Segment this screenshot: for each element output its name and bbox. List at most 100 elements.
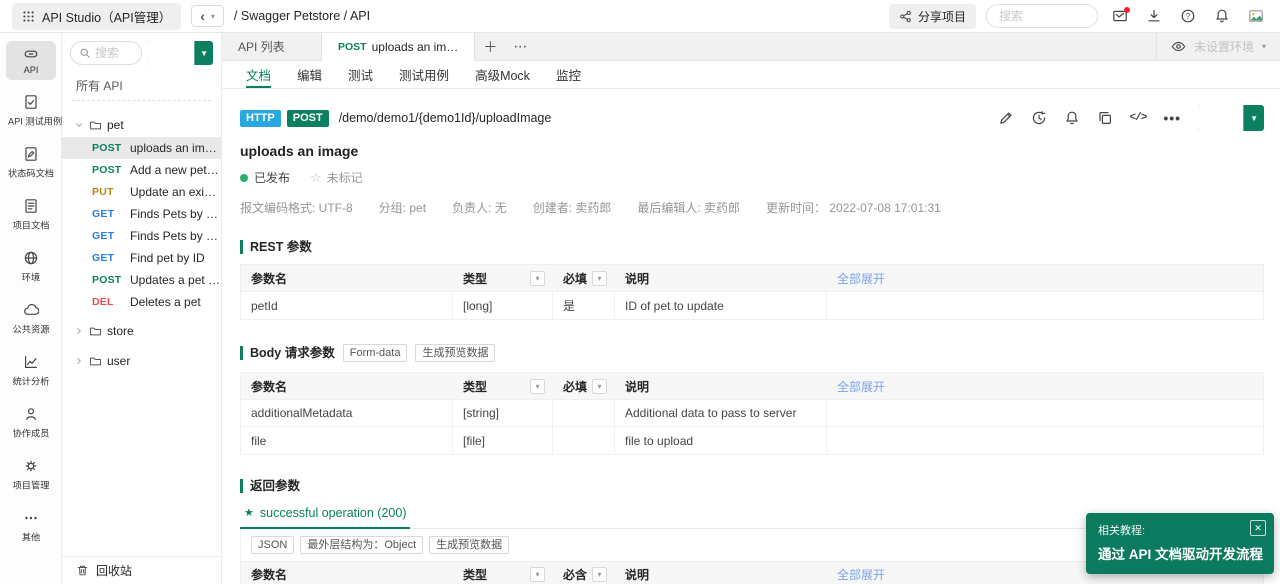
subtab-3[interactable]: 测试: [348, 61, 373, 88]
api-search[interactable]: [70, 41, 142, 65]
divider: [72, 100, 211, 101]
members-icon: [6, 406, 56, 422]
message-button[interactable]: [1108, 4, 1132, 28]
api-tree-item[interactable]: DELDeletes a pet: [62, 291, 221, 313]
back-button[interactable]: ‹ ▾: [191, 5, 224, 27]
chevron-down-icon[interactable]: ▼: [1243, 105, 1264, 131]
api-tree-item[interactable]: PUTUpdate an existing pet: [62, 181, 221, 203]
subtab-1[interactable]: 文档: [246, 61, 271, 88]
api-name: Updates a pet in the store…: [130, 273, 221, 287]
all-api-label[interactable]: 所有 API: [62, 71, 221, 100]
folder-icon: [89, 325, 102, 338]
more-actions-button[interactable]: •••: [1163, 110, 1181, 126]
subtab-5[interactable]: 高级Mock: [475, 61, 530, 88]
chevron-down-icon[interactable]: ▼: [194, 41, 213, 65]
generate-preview-button[interactable]: 生成预览数据: [415, 344, 495, 362]
rail-item-analytics[interactable]: 统计分析: [6, 349, 56, 392]
expand-all-link[interactable]: 全部展开: [837, 566, 885, 583]
api-tree-item[interactable]: POSTUpdates a pet in the store…: [62, 269, 221, 291]
edit-button[interactable]: [998, 110, 1014, 126]
group-name: pet: [107, 118, 124, 132]
lightning-icon: [1215, 105, 1227, 117]
section-title: Body 请求参数: [240, 346, 335, 360]
filter-dropdown[interactable]: ▾: [530, 379, 545, 394]
api-tree: pet POSTuploads an imagePOSTAdd a new pet…: [62, 105, 221, 556]
help-button[interactable]: ?: [1176, 4, 1200, 28]
rail-item-more[interactable]: 其他: [6, 505, 56, 548]
rail-item-test-case[interactable]: API 测试用例: [6, 89, 56, 132]
api-tree-item[interactable]: GETFinds Pets by status: [62, 203, 221, 225]
add-api-button[interactable]: + API ▼: [148, 41, 213, 65]
bell-button[interactable]: [1210, 4, 1234, 28]
rail-item-shared-resource[interactable]: 公共资源: [6, 297, 56, 340]
column-header: 类型▾: [453, 373, 553, 399]
tree-group-pet[interactable]: pet: [62, 113, 221, 137]
api-name: uploads an image: [130, 141, 221, 155]
expand-all-link[interactable]: 全部展开: [837, 270, 885, 287]
test-button[interactable]: 测试 ▼: [1198, 105, 1264, 131]
tab-api-list[interactable]: API 列表: [222, 33, 322, 60]
param-row: petId[long]是ID of pet to update: [241, 292, 1263, 319]
history-button[interactable]: [1031, 110, 1047, 126]
star-outline-icon: ☆: [310, 170, 322, 186]
api-icon: [6, 46, 56, 62]
subtab-2[interactable]: 编辑: [297, 61, 322, 88]
rail-item-environment[interactable]: 环境: [6, 245, 56, 288]
copy-button[interactable]: [1097, 110, 1113, 126]
publish-status: 已发布: [240, 169, 290, 186]
response-tab-200[interactable]: ★ successful operation (200): [240, 506, 410, 529]
filter-dropdown[interactable]: ▾: [530, 567, 545, 582]
api-tree-item[interactable]: POSTAdd a new pet to the store: [62, 159, 221, 181]
api-name: Update an existing pet: [130, 185, 221, 199]
global-search-input[interactable]: [986, 4, 1098, 28]
subscribe-bell-button[interactable]: [1064, 110, 1080, 126]
generate-preview-button[interactable]: 生成预览数据: [429, 536, 509, 554]
column-header: 必含▾: [553, 562, 615, 584]
subtab-6[interactable]: 监控: [556, 61, 581, 88]
tree-group-user[interactable]: user: [62, 349, 221, 373]
api-tree-item[interactable]: POSTuploads an image: [62, 137, 221, 159]
api-tree-item[interactable]: GETFinds Pets by tags: [62, 225, 221, 247]
meta-item: 创建者: 卖药郎: [533, 199, 612, 216]
rail-item-label: API 测试用例: [8, 114, 54, 128]
project-settings-icon: [6, 458, 56, 474]
code-button[interactable]: </>: [1130, 112, 1147, 124]
download-button[interactable]: [1142, 4, 1166, 28]
response-format-tag: JSON: [251, 536, 294, 554]
app-switcher-button[interactable]: API Studio（API管理）: [12, 3, 181, 30]
column-header: 必填▾: [553, 265, 615, 291]
add-tab-button[interactable]: ＋: [475, 33, 505, 60]
meta-item: 报文编码格式: UTF-8: [240, 199, 353, 216]
api-search-input[interactable]: [95, 46, 133, 60]
shared-resource-icon: [6, 302, 56, 318]
api-tree-item[interactable]: GETFind pet by ID: [62, 247, 221, 269]
filter-dropdown[interactable]: ▾: [592, 379, 607, 394]
tab-more-button[interactable]: ⋯: [505, 33, 535, 60]
tree-group-store[interactable]: store: [62, 319, 221, 343]
filter-dropdown[interactable]: ▾: [592, 567, 607, 582]
rail-item-project-doc[interactable]: 项目文档: [6, 193, 56, 236]
status-doc-icon: [6, 146, 56, 162]
tab-api-doc[interactable]: POST uploads an im…: [322, 33, 475, 61]
tag-status[interactable]: ☆ 未标记: [310, 169, 363, 186]
recycle-bin-button[interactable]: 回收站: [62, 556, 221, 584]
expand-all-link[interactable]: 全部展开: [837, 378, 885, 395]
param-cell: file: [241, 427, 453, 454]
param-row: additionalMetadata[string]Additional dat…: [241, 400, 1263, 427]
rail-item-status-doc[interactable]: 状态码文档: [6, 141, 56, 184]
subtab-4[interactable]: 测试用例: [399, 61, 449, 88]
rest-params-section: REST 参数 参数名类型▾必填▾说明全部展开petId[long]是ID of…: [240, 240, 1264, 320]
rail-item-label: 协作成员: [8, 426, 54, 440]
share-project-button[interactable]: 分享项目: [889, 4, 976, 29]
filter-dropdown[interactable]: ▾: [530, 271, 545, 286]
folder-icon: [89, 355, 102, 368]
rail-item-api[interactable]: API: [6, 41, 56, 80]
rail-item-project-settings[interactable]: 项目管理: [6, 453, 56, 496]
filter-dropdown[interactable]: ▾: [592, 271, 607, 286]
param-cell: [string]: [453, 400, 553, 426]
env-selector[interactable]: 未设置环境 ▾: [1156, 33, 1280, 60]
main-panel: API 列表 POST uploads an im… ＋ ⋯ 未设置环境 ▾ 文…: [222, 33, 1280, 584]
rail-item-members[interactable]: 协作成员: [6, 401, 56, 444]
user-avatar[interactable]: [1244, 4, 1268, 28]
back-icon: ‹: [200, 9, 205, 23]
